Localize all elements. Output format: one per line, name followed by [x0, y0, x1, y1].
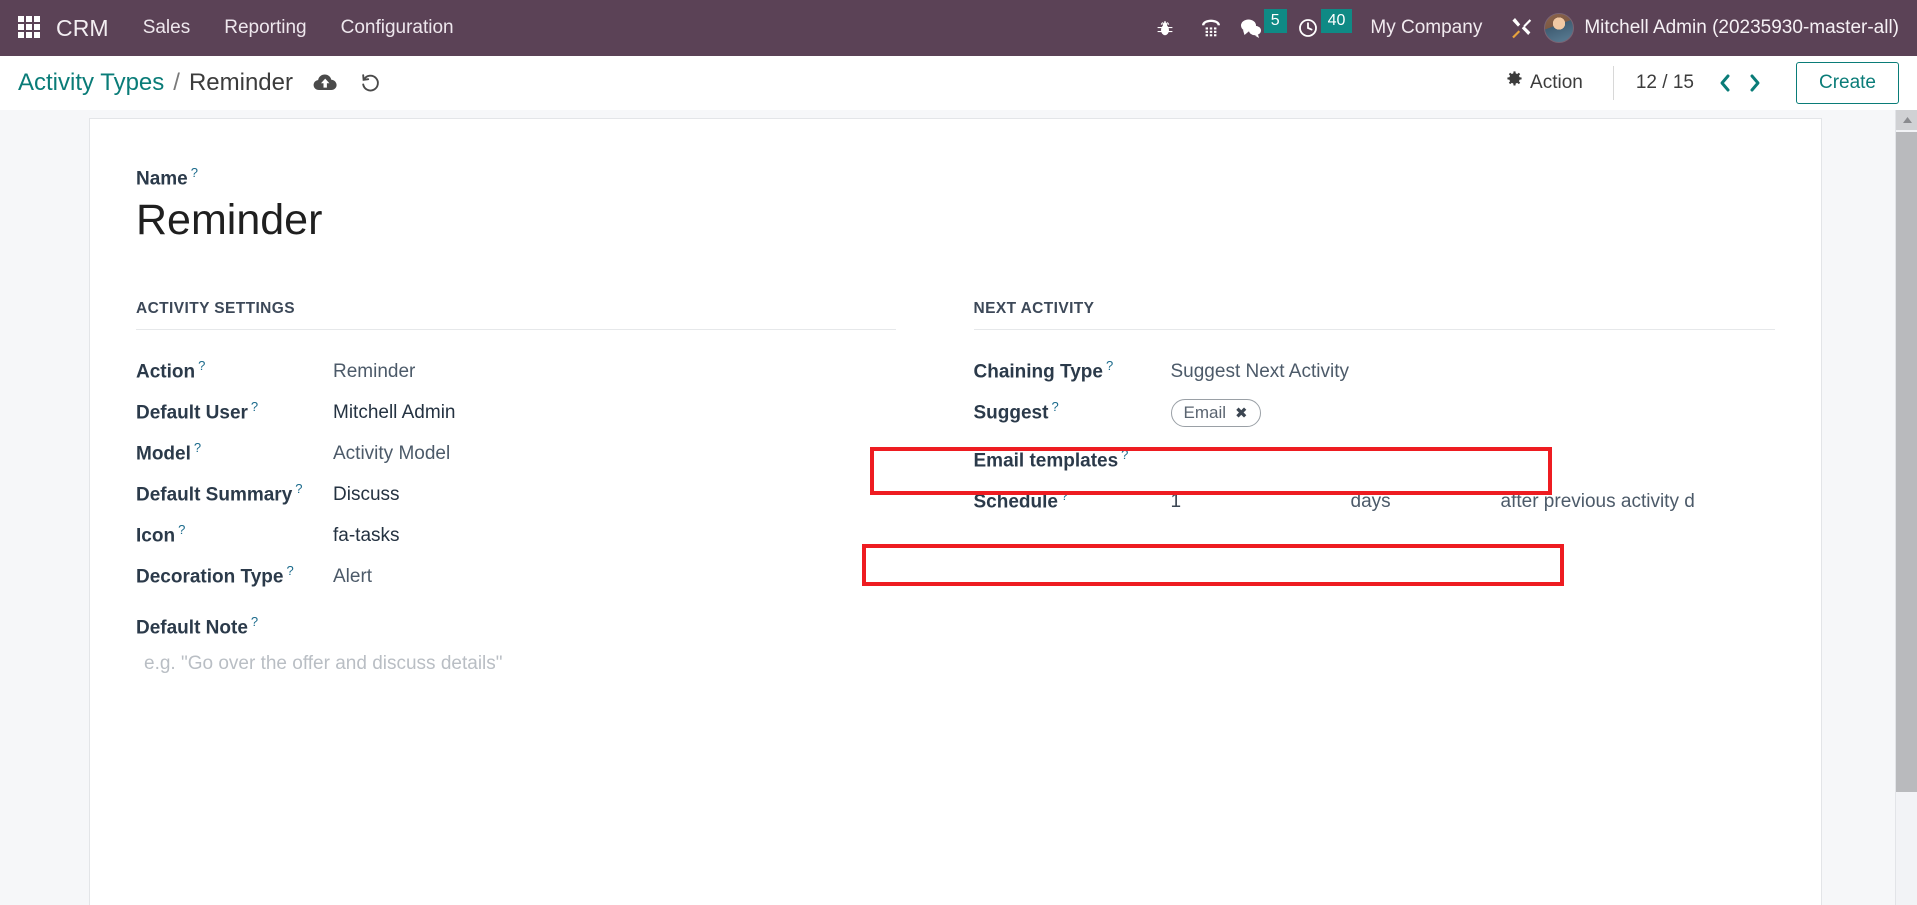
name-field-label: Name? [136, 165, 198, 190]
field-suggest-label: Suggest? [973, 399, 1059, 424]
activities-counter[interactable]: 40 [1291, 8, 1353, 48]
help-tooltip-icon[interactable]: ? [251, 614, 258, 629]
schedule-inline-group: 1 days after previous activity d [1171, 491, 1776, 513]
help-tooltip-icon[interactable]: ? [295, 481, 302, 496]
chevron-left-icon[interactable] [1710, 67, 1740, 99]
next-activity-group: NEXT ACTIVITY Chaining Type? Suggest Nex… [956, 300, 1776, 675]
field-model-label: Model? [136, 440, 202, 465]
help-tooltip-icon[interactable]: ? [251, 399, 258, 414]
field-default-note: Default Note? [136, 600, 896, 643]
field-chaining-type: Chaining Type? Suggest Next Activity [974, 354, 1776, 395]
field-default-summary: Default Summary? Discuss [136, 477, 896, 518]
control-panel: Activity Types / Reminder Action 12 / 15… [0, 56, 1917, 110]
field-decoration-type: Decoration Type? Alert [136, 559, 896, 600]
help-tooltip-icon[interactable]: ? [198, 358, 205, 373]
chat-bubble-icon[interactable] [1234, 8, 1268, 48]
activities-badge-count: 40 [1320, 9, 1353, 33]
record-pager: 12 / 15 [1636, 67, 1770, 99]
field-default-summary-label: Default Summary? [136, 481, 303, 506]
messages-badge-count: 5 [1263, 9, 1287, 33]
tag-email-label: Email [1183, 403, 1227, 423]
top-navbar: CRM Sales Reporting Configuration 5 40 M… [0, 0, 1917, 56]
scroll-up-arrow[interactable] [1896, 110, 1917, 130]
action-label: Action [1530, 71, 1583, 93]
undo-icon[interactable] [360, 73, 382, 93]
schedule-delay-unit[interactable]: days [1351, 491, 1501, 513]
page-scrollbar[interactable] [1895, 110, 1917, 905]
user-menu-label[interactable]: Mitchell Admin (20235930-master-all) [1584, 17, 1899, 39]
field-action-label: Action? [136, 358, 206, 383]
messages-counter[interactable]: 5 [1234, 8, 1287, 48]
tools-icon[interactable] [1498, 8, 1544, 48]
field-default-note-label: Default Note? [136, 614, 259, 639]
field-decoration-type-label: Decoration Type? [136, 563, 294, 588]
breadcrumb-current-record: Reminder [188, 68, 293, 96]
field-default-user-value[interactable]: Mitchell Admin [333, 402, 456, 424]
form-columns: ACTIVITY SETTINGS Action? Reminder Defau… [136, 300, 1775, 675]
field-email-templates: Email templates? [974, 443, 1776, 484]
help-tooltip-icon[interactable]: ? [1051, 399, 1058, 414]
breadcrumb-separator: / [173, 68, 180, 96]
field-icon-label: Icon? [136, 522, 186, 547]
field-suggest: Suggest? Email ✖ [974, 395, 1776, 443]
app-brand-crm[interactable]: CRM [56, 15, 109, 42]
control-panel-divider [1612, 65, 1614, 100]
field-chaining-type-value[interactable]: Suggest Next Activity [1171, 361, 1349, 383]
apps-grid-icon[interactable] [18, 16, 42, 40]
pager-count: 12 / 15 [1635, 71, 1694, 93]
clock-icon[interactable] [1291, 8, 1325, 48]
navbar-right-group: 5 40 My Company Mitchell Admin (20235930… [1142, 8, 1899, 48]
field-decoration-type-value[interactable]: Alert [333, 566, 372, 588]
help-tooltip-icon[interactable]: ? [194, 440, 201, 455]
breadcrumb: Activity Types / Reminder [18, 69, 293, 97]
default-note-editor[interactable]: e.g. "Go over the offer and discuss deta… [136, 643, 896, 675]
tag-remove-icon[interactable]: ✖ [1235, 404, 1248, 422]
content-area: Name? Reminder ACTIVITY SETTINGS Action?… [0, 110, 1917, 905]
schedule-delay-from[interactable]: after previous activity d [1501, 491, 1695, 513]
field-chaining-type-label: Chaining Type? [973, 358, 1114, 383]
activity-settings-group: ACTIVITY SETTINGS Action? Reminder Defau… [136, 300, 956, 675]
company-switcher[interactable]: My Company [1370, 17, 1482, 39]
field-model: Model? Activity Model [136, 436, 896, 477]
control-panel-right: Action 12 / 15 Create [1498, 61, 1899, 104]
field-model-value[interactable]: Activity Model [333, 443, 450, 465]
scrollbar-thumb[interactable] [1896, 132, 1917, 792]
help-tooltip-icon[interactable]: ? [1061, 488, 1068, 503]
menu-configuration[interactable]: Configuration [341, 17, 454, 39]
record-dirty-actions [313, 73, 382, 93]
suggest-tag-list[interactable]: Email ✖ [1170, 399, 1261, 428]
gear-icon [1506, 71, 1523, 94]
field-default-user-label: Default User? [136, 399, 259, 424]
help-tooltip-icon[interactable]: ? [178, 522, 185, 537]
activity-settings-title: ACTIVITY SETTINGS [136, 300, 896, 331]
dialpad-icon[interactable] [1188, 8, 1234, 48]
user-avatar[interactable] [1544, 13, 1575, 43]
create-button[interactable]: Create [1795, 61, 1899, 104]
field-icon-value[interactable]: fa-tasks [333, 525, 400, 547]
field-schedule-label: Schedule? [973, 488, 1069, 513]
chevron-right-icon[interactable] [1740, 67, 1770, 99]
help-tooltip-icon[interactable]: ? [1121, 447, 1128, 462]
name-field-value[interactable]: Reminder [136, 194, 1775, 248]
schedule-delay-count[interactable]: 1 [1171, 491, 1351, 513]
cloud-upload-icon[interactable] [313, 73, 338, 92]
field-schedule: Schedule? 1 days after previous activity… [974, 484, 1776, 525]
field-action: Action? Reminder [136, 354, 896, 395]
tag-email[interactable]: Email ✖ [1170, 399, 1261, 428]
field-action-value[interactable]: Reminder [333, 361, 415, 383]
field-icon: Icon? fa-tasks [136, 518, 896, 559]
help-tooltip-icon[interactable]: ? [1106, 358, 1113, 373]
activity-type-form: Name? Reminder ACTIVITY SETTINGS Action?… [89, 118, 1822, 905]
bug-icon[interactable] [1142, 8, 1188, 48]
field-default-summary-value[interactable]: Discuss [333, 484, 400, 506]
help-tooltip-icon[interactable]: ? [191, 165, 198, 180]
menu-sales[interactable]: Sales [143, 17, 191, 39]
help-tooltip-icon[interactable]: ? [286, 563, 293, 578]
breadcrumb-activity-types[interactable]: Activity Types [18, 69, 164, 97]
menu-reporting[interactable]: Reporting [224, 17, 306, 39]
action-menu-button[interactable]: Action [1498, 65, 1597, 100]
field-default-user: Default User? Mitchell Admin [136, 395, 896, 436]
next-activity-title: NEXT ACTIVITY [973, 300, 1775, 331]
field-email-templates-label: Email templates? [973, 447, 1129, 472]
